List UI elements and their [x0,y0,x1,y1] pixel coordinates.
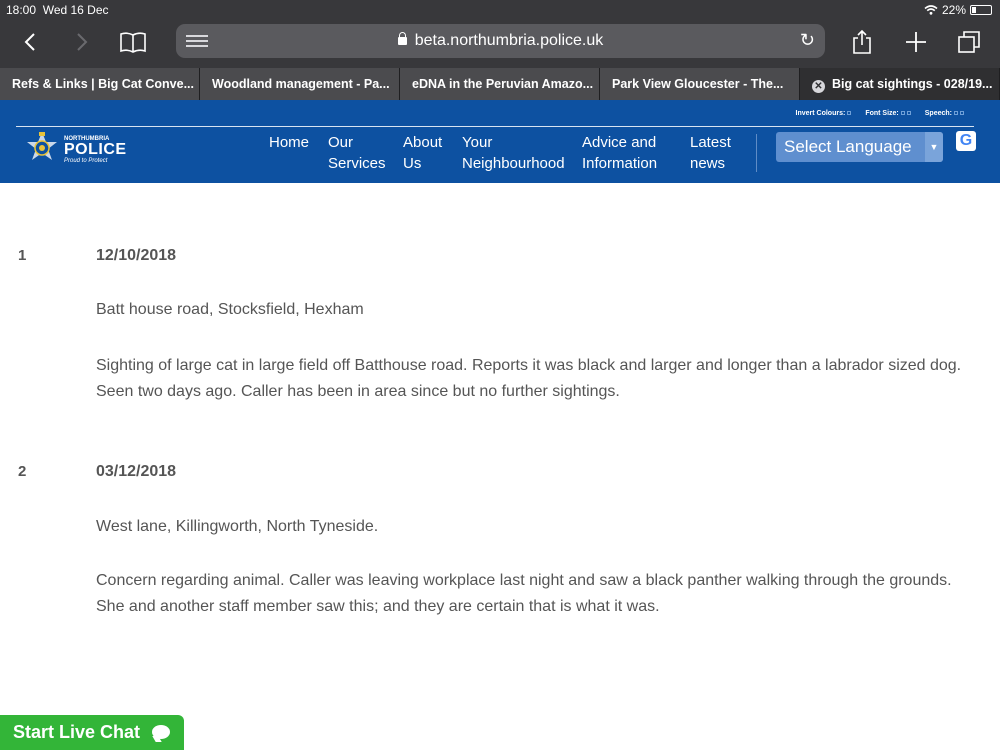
nav-label-line: Advice and [582,134,657,151]
nav-home[interactable]: Home [269,132,309,153]
battery-percent: 22% [941,3,966,17]
entry-location: Batt house road, Stocksfield, Hexham [96,301,364,318]
sightings-list: 1 12/10/2018 Batt house road, Stocksfiel… [0,183,1000,750]
share-icon [853,29,871,54]
tab-label: Park View Gloucester - The... [612,77,784,91]
entry-description-line: Sighting of large cat in large field off… [96,357,962,374]
tab-label: Woodland management - Pa... [212,77,390,91]
google-icon: G [956,131,976,151]
tab-label: eDNA in the Peruvian Amazo... [412,77,594,91]
logo-police: POLICE [64,141,127,158]
nav-our-services[interactable]: Our Services [328,132,386,174]
nav-label-line: Us [403,155,422,172]
tab-label: Big cat sightings - 028/19... [832,77,993,91]
nav-label-line: Our [328,134,354,151]
battery-icon [970,5,992,15]
tab-bar: Refs & Links | Big Cat Conve... Woodland… [0,68,1000,100]
nav-latest-news[interactable]: Latest news [690,132,731,174]
nav-label-line: Services [328,155,386,172]
logo-tagline: Proud to Protect [64,158,108,164]
tab-park-view[interactable]: Park View Gloucester - The... [600,68,800,100]
entry-description: Concern regarding animal. Caller was lea… [96,568,996,620]
url-display: beta.northumbria.police.uk [176,32,825,50]
nav-your-neighbourhood[interactable]: Your Neighbourhood [462,132,565,174]
nav-separator [756,134,757,172]
tabs-overview-button[interactable] [956,28,982,56]
clock: 18:00 [6,3,37,17]
address-bar[interactable]: beta.northumbria.police.uk ↻ [176,24,825,58]
share-button[interactable] [850,28,874,56]
nav-label-line: news [690,155,726,172]
google-icon-letter: G [959,132,973,149]
forward-button[interactable] [70,28,94,56]
entry-description-line: Concern regarding animal. Caller was lea… [96,572,952,589]
nav-label-line: Latest [690,134,731,151]
entry-number: 1 [18,247,27,264]
police-badge-icon [27,132,57,160]
book-icon [120,32,146,53]
status-bar: 18:00 Wed 16 Dec 22% [0,3,1000,19]
dropdown-arrow-icon: ▼ [925,132,943,162]
chevron-right-icon [77,33,88,51]
speech-label: Speech: [924,110,952,117]
battery-indicator: 22% [924,3,992,17]
status-time: 18:00 Wed 16 Dec [6,3,109,17]
nav-label-line: About [403,134,443,151]
entry-location: West lane, Killingworth, North Tyneside. [96,518,379,535]
url-text: beta.northumbria.police.uk [414,32,604,49]
entry-date: 12/10/2018 [96,247,177,264]
entry-description: Sighting of large cat in large field off… [96,353,996,405]
nav-label-line: Information [582,155,658,172]
invert-colours-control[interactable]: Invert Colours: [796,110,852,117]
nav-about-us[interactable]: About Us [403,132,442,174]
language-select-value: Select Language [784,137,912,156]
tab-refs-links[interactable]: Refs & Links | Big Cat Conve... [0,68,200,100]
speech-control[interactable]: Speech: [925,110,964,117]
plus-icon [906,32,926,52]
nav-label-line: Your [462,134,493,151]
tab-edna[interactable]: eDNA in the Peruvian Amazo... [400,68,600,100]
header-divider [16,126,974,127]
tab-woodland[interactable]: Woodland management - Pa... [200,68,400,100]
tabs-icon [958,31,980,53]
font-size-label: Font Size: [865,110,899,117]
nav-home-label: Home [269,134,310,151]
wifi-icon [924,5,938,15]
nav-advice-information[interactable]: Advice and Information [582,132,657,174]
entry-description-line: She and another staff member saw this; a… [96,598,660,615]
close-tab-icon[interactable]: ✕ [812,80,825,93]
site-logo[interactable]: NORTHUMBRIA POLICE Proud to Protect [24,130,127,170]
invert-label: Invert Colours: [795,110,846,117]
accessibility-bar: Invert Colours: Font Size: Speech: [796,110,964,117]
live-chat-label: Start Live Chat [13,722,141,742]
new-tab-button[interactable] [904,28,928,56]
entry-number: 2 [18,463,27,480]
date: Wed 16 Dec [42,3,109,17]
language-select[interactable]: Select Language ▼ [776,132,943,162]
chevron-left-icon [24,33,35,51]
start-live-chat-button[interactable]: Start Live Chat [0,715,184,750]
nav-label-line: Neighbourhood [462,155,565,172]
reload-icon[interactable]: ↻ [800,30,815,51]
chat-bubble-icon [152,725,170,739]
back-button[interactable] [18,28,42,56]
bookmarks-button[interactable] [118,28,148,56]
battery-fill [972,7,976,13]
font-size-control[interactable]: Font Size: [865,110,911,117]
entry-date: 03/12/2018 [96,463,177,480]
tab-label: Refs & Links | Big Cat Conve... [12,77,195,91]
browser-toolbar: 18:00 Wed 16 Dec 22% beta.northumbria.po… [0,0,1000,68]
tab-big-cat[interactable]: ✕ Big cat sightings - 028/19... [800,68,1000,100]
site-header: Invert Colours: Font Size: Speech: NORTH… [0,100,1000,183]
entry-description-line: Seen two days ago. Caller has been in ar… [96,383,620,400]
lock-icon [397,32,407,45]
